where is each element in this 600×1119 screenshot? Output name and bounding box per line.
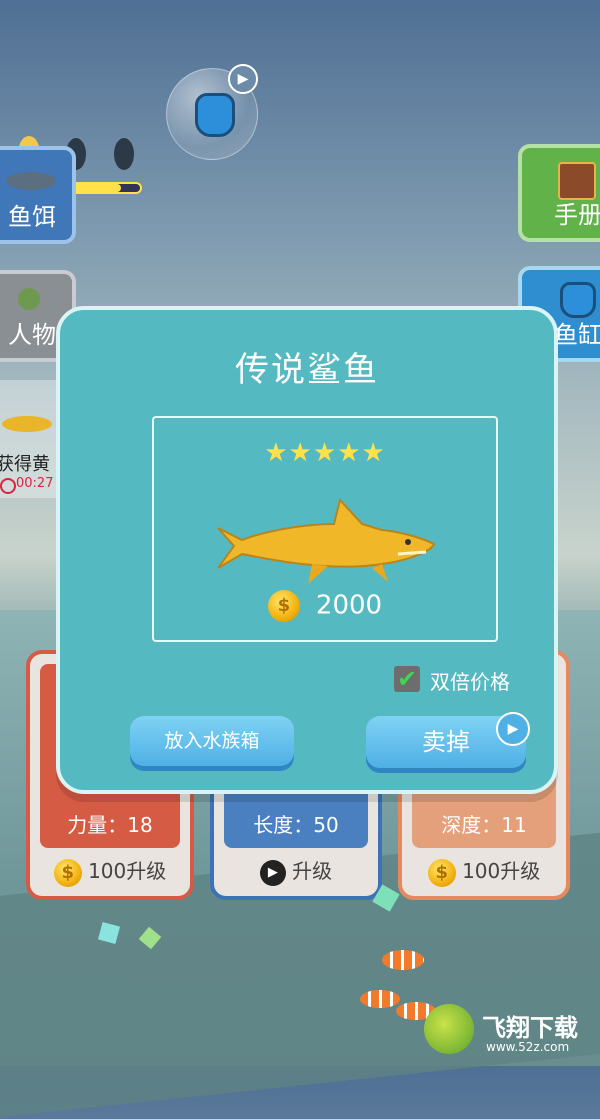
- clownfish-icon: [382, 950, 424, 970]
- clock-icon: [0, 478, 16, 494]
- put-in-aquarium-button[interactable]: 放入水族箱: [130, 716, 294, 766]
- catch-notice: 获得黄 00:27: [0, 380, 64, 498]
- handbook-label: 手册: [554, 201, 600, 229]
- coin-icon: $: [53, 858, 82, 887]
- gold-shark-small-icon: [2, 416, 52, 432]
- bait-button[interactable]: 鱼饵: [0, 146, 76, 244]
- price-row: $2000: [154, 590, 496, 622]
- upgrade-label: 100升级: [462, 859, 541, 883]
- watermark-url: www.52z.com: [486, 1040, 570, 1054]
- catch-result-dialog: 传说鲨鱼 ★★★★★ $2000 ✔ 双倍价格 放入水族箱 卖掉 ▶: [56, 306, 558, 794]
- put-in-aquarium-label: 放入水族箱: [164, 730, 260, 752]
- double-price-label: 双倍价格: [430, 670, 510, 694]
- card-footer[interactable]: $ 100升级: [402, 854, 566, 888]
- coin-icon: $: [427, 858, 456, 887]
- rarity-stars: ★★★★★: [264, 438, 386, 468]
- play-video-icon[interactable]: ▶: [228, 64, 258, 94]
- sell-label: 卖掉: [422, 728, 470, 756]
- watermark-logo-icon: [424, 1004, 474, 1054]
- catch-timer: 00:27: [16, 476, 54, 491]
- card-footer[interactable]: ▶ 升级: [214, 854, 378, 888]
- coin-icon: $: [267, 590, 300, 622]
- bait-bean-empty-icon: [114, 138, 134, 170]
- fish-display-panel: ★★★★★ $2000: [152, 416, 498, 642]
- handbook-button[interactable]: 手册: [518, 144, 600, 242]
- play-video-icon: ▶: [496, 712, 530, 746]
- gold-shark-icon: [217, 497, 436, 584]
- price-value: 2000: [315, 590, 383, 621]
- card-stat: 深度：11: [441, 813, 527, 837]
- bait-label: 鱼饵: [8, 203, 56, 231]
- catch-notice-text: 获得黄: [0, 454, 50, 475]
- fish-title: 传说鲨鱼: [235, 350, 379, 390]
- card-footer[interactable]: $ 100升级: [30, 854, 190, 888]
- person-icon: [18, 288, 40, 310]
- upgrade-label: 100升级: [88, 859, 167, 883]
- card-stat: 长度：50: [253, 813, 339, 837]
- play-icon: ▶: [259, 859, 286, 886]
- upgrade-label: 升级: [292, 859, 333, 883]
- double-price-checkbox[interactable]: ✔: [394, 666, 420, 692]
- card-stat: 力量：18: [67, 813, 153, 837]
- sell-button[interactable]: 卖掉 ▶: [366, 712, 530, 768]
- fish-icon: [6, 172, 56, 190]
- clownfish-icon: [360, 990, 400, 1008]
- fishbowl-icon: [560, 282, 596, 318]
- watermark-brand: 飞翔下载: [482, 1014, 578, 1042]
- checkmark-icon: ✔: [396, 665, 418, 693]
